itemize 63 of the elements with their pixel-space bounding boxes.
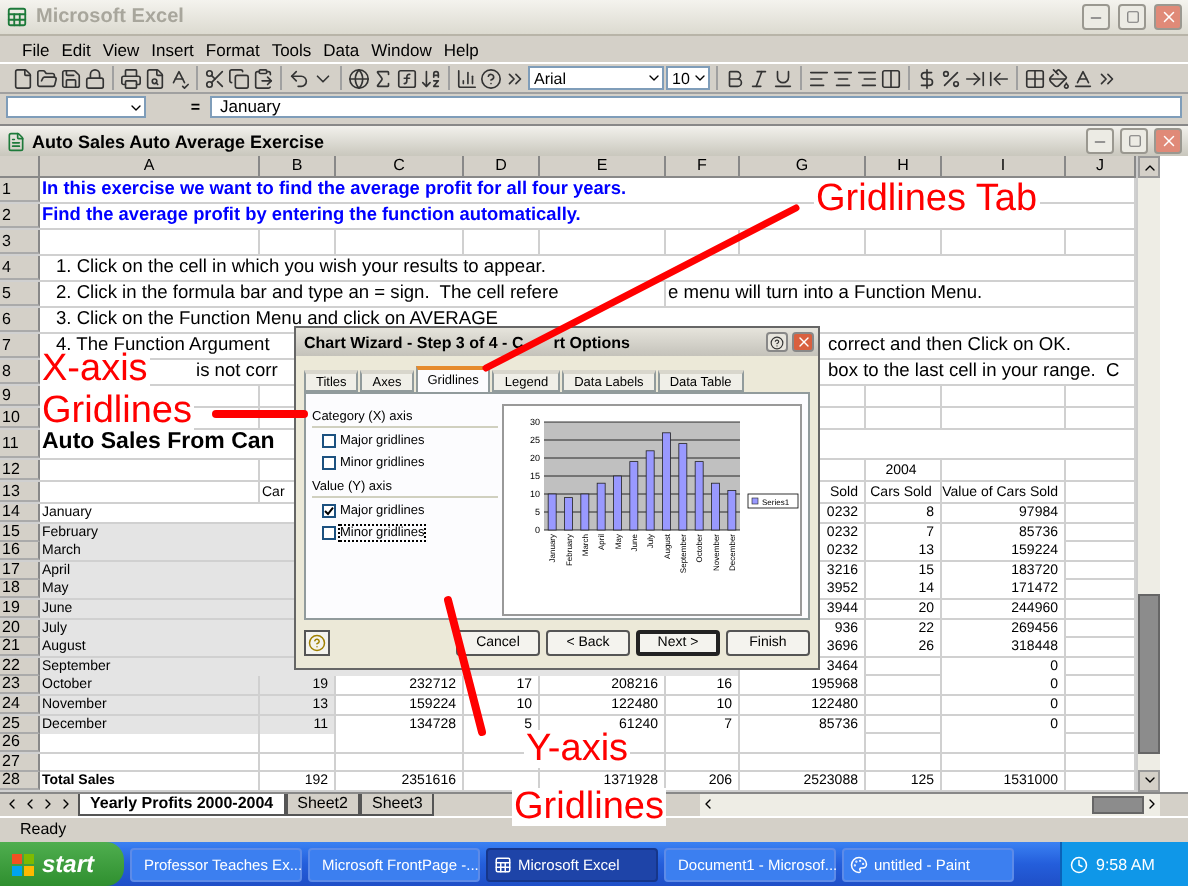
sheet-tab[interactable]: Sheet3 (359, 793, 435, 816)
row-header[interactable]: 18 (0, 580, 40, 599)
row-header[interactable]: 13 (0, 482, 40, 502)
annotation-label: Y-axis (524, 730, 631, 768)
column-header[interactable]: F (666, 156, 740, 178)
menu-item[interactable]: Data (317, 39, 366, 59)
row-header[interactable]: 19 (0, 599, 40, 618)
row-header[interactable]: 20 (0, 619, 40, 638)
menu-item[interactable]: View (96, 39, 146, 59)
column-header[interactable]: C (336, 156, 464, 178)
row-header[interactable]: 7 (0, 334, 40, 358)
row-header[interactable]: 28 (0, 772, 40, 791)
dialog-title: rt Options (553, 333, 630, 351)
row-header[interactable]: 24 (0, 695, 40, 714)
menu-item[interactable]: Edit (55, 39, 97, 59)
row-header[interactable]: 2 (0, 204, 40, 228)
row-header[interactable]: 14 (0, 504, 40, 522)
row-header[interactable]: 8 (0, 360, 40, 384)
row-header[interactable]: 15 (0, 523, 40, 542)
status-text: Ready (20, 820, 67, 839)
menu-item[interactable]: Window (365, 39, 438, 59)
column-header[interactable]: E (540, 156, 666, 178)
column-header[interactable]: D (464, 156, 540, 178)
row-header[interactable]: 6 (0, 308, 40, 332)
annotation-label: Gridlines (40, 392, 194, 430)
formula-field[interactable]: January (210, 96, 1182, 118)
row-header[interactable]: 22 (0, 657, 40, 676)
column-header[interactable]: B (260, 156, 336, 178)
row-header[interactable]: 17 (0, 561, 40, 580)
column-header[interactable]: G (740, 156, 866, 178)
menu-item[interactable]: Insert (145, 39, 200, 59)
row-header[interactable]: 12 (0, 460, 40, 480)
row-header[interactable]: 27 (0, 753, 40, 772)
menu-item[interactable]: File (16, 39, 56, 59)
row-header[interactable]: 21 (0, 638, 40, 657)
row-header[interactable]: 5 (0, 282, 40, 306)
menu-item[interactable]: Tools (265, 39, 318, 59)
menu-item[interactable]: Format (199, 39, 266, 59)
font-size-dropdown[interactable]: 10 (666, 66, 710, 90)
row-header[interactable]: 11 (0, 430, 40, 458)
column-header[interactable]: I (942, 156, 1066, 178)
window-title: Microsoft Excel (36, 6, 184, 28)
row-header[interactable]: 4 (0, 256, 40, 280)
row-header[interactable]: 23 (0, 676, 40, 695)
equals-button[interactable]: = (150, 98, 206, 116)
workbook-title: Auto Sales Auto Average Exercise (32, 131, 325, 151)
row-header[interactable]: 3 (0, 230, 40, 254)
column-header[interactable]: H (866, 156, 942, 178)
annotation-label: Gridlines (512, 788, 666, 826)
row-header[interactable]: 1 (0, 178, 40, 202)
font-dropdown[interactable]: Arial (528, 66, 664, 90)
sheet-tab[interactable]: Sheet2 (285, 793, 360, 816)
row-header[interactable]: 25 (0, 715, 40, 734)
row-header[interactable]: 10 (0, 408, 40, 428)
column-header[interactable]: J (1066, 156, 1136, 178)
row-header[interactable]: 9 (0, 386, 40, 406)
annotation-label: X-axis (40, 350, 150, 388)
sheet-tab[interactable]: Yearly Profits 2000-2004 (78, 793, 286, 816)
row-header[interactable]: 26 (0, 734, 40, 753)
clock-text: 9:58 AM (1096, 855, 1155, 873)
row-header[interactable]: 16 (0, 542, 40, 561)
column-header[interactable]: A (40, 156, 260, 178)
menu-item[interactable]: Help (437, 39, 485, 59)
